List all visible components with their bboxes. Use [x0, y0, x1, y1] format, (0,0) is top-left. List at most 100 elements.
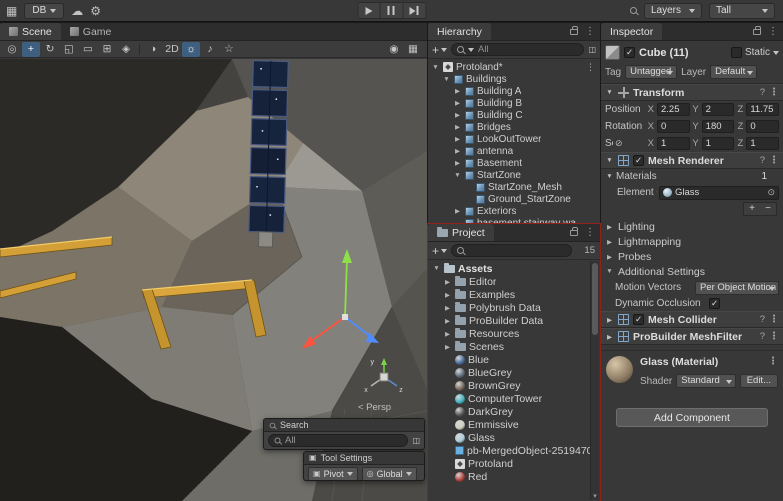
- project-item[interactable]: ComputerTower: [428, 392, 600, 405]
- hierarchy-item[interactable]: ▼ Protoland* ⋮: [428, 61, 600, 73]
- add-component-button[interactable]: Add Component: [616, 408, 768, 427]
- additional-settings-foldout[interactable]: ▼Additional Settings: [601, 264, 783, 279]
- component-enabled-checkbox[interactable]: ✓: [633, 155, 644, 166]
- expander-icon[interactable]: ▶: [443, 330, 452, 338]
- play-button[interactable]: [357, 2, 380, 19]
- project-item[interactable]: ▼ Assets: [428, 262, 600, 275]
- version-control-dropdown[interactable]: DB: [24, 3, 64, 19]
- expander-icon[interactable]: ▼: [453, 172, 462, 179]
- panel-menu-icon[interactable]: ⋮: [585, 27, 595, 37]
- z-field[interactable]: 1: [746, 137, 779, 150]
- transform-tool[interactable]: ⊞: [98, 42, 116, 57]
- object-picker-icon[interactable]: ⊙: [767, 187, 775, 198]
- expander-icon[interactable]: ▶: [453, 147, 462, 155]
- expander-icon[interactable]: ▶: [443, 343, 452, 351]
- hierarchy-item[interactable]: ▶ LookOutTower: [428, 133, 600, 145]
- apps-grid-icon[interactable]: ▦: [6, 5, 17, 17]
- link-icon[interactable]: ⊘: [615, 138, 623, 149]
- scroll-down-icon[interactable]: ▾: [591, 492, 599, 500]
- probuilder-meshfilter-header[interactable]: ▶ ProBuilder MeshFilter ? ⋮: [601, 328, 783, 345]
- project-item[interactable]: Red: [428, 470, 600, 483]
- expander-icon[interactable]: ▶: [453, 123, 462, 131]
- y-field[interactable]: 1: [702, 137, 735, 150]
- gameobject-icon[interactable]: [605, 45, 620, 60]
- visibility-toggle[interactable]: ◉: [385, 42, 403, 57]
- project-item[interactable]: ▶ Editor: [428, 275, 600, 288]
- component-menu-icon[interactable]: ⋮: [769, 332, 779, 342]
- materials-row[interactable]: ▼ Materials 1: [601, 169, 783, 184]
- 2d-toggle[interactable]: 2D: [163, 42, 181, 57]
- project-item[interactable]: Blue: [428, 353, 600, 366]
- project-item[interactable]: ▶ Polybrush Data: [428, 301, 600, 314]
- scrollbar-thumb[interactable]: [592, 263, 598, 335]
- material-object-field[interactable]: Glass ⊙: [659, 186, 779, 200]
- expander-icon[interactable]: ▶: [453, 159, 462, 167]
- hierarchy-item[interactable]: ▶ Basement: [428, 157, 600, 169]
- search-options-icon[interactable]: ◫: [412, 437, 420, 445]
- hierarchy-search-input[interactable]: All: [451, 43, 584, 56]
- hierarchy-item[interactable]: ▶ Building B: [428, 97, 600, 109]
- project-item[interactable]: BrownGrey: [428, 379, 600, 392]
- rotate-tool[interactable]: ↻: [41, 42, 59, 57]
- pause-button[interactable]: [380, 2, 403, 19]
- component-menu-icon[interactable]: ⋮: [769, 315, 779, 325]
- scene-picker-icon[interactable]: ◫: [588, 46, 596, 54]
- x-field[interactable]: 1: [657, 137, 690, 150]
- add-element-button[interactable]: +: [744, 203, 760, 215]
- tool-settings-header[interactable]: ▣ Tool Settings: [304, 452, 424, 465]
- component-menu-icon[interactable]: ⋮: [769, 156, 779, 166]
- hierarchy-item[interactable]: ▶ Building C: [428, 109, 600, 121]
- material-preview-sphere[interactable]: [606, 356, 633, 383]
- item-menu-icon[interactable]: ⋮: [586, 62, 598, 73]
- lock-icon[interactable]: [753, 29, 761, 35]
- tab-inspector[interactable]: Inspector: [601, 23, 662, 40]
- lock-icon[interactable]: [570, 230, 578, 236]
- hierarchy-item[interactable]: basement stairway wa: [428, 217, 600, 223]
- shader-dropdown[interactable]: Standard: [676, 374, 735, 388]
- create-asset-button[interactable]: +: [432, 245, 447, 257]
- help-icon[interactable]: ?: [760, 314, 765, 325]
- project-item[interactable]: pb-MergedObject-2519470: [428, 444, 600, 457]
- view-tool[interactable]: ◎: [3, 42, 21, 57]
- layer-dropdown[interactable]: Default: [710, 65, 757, 79]
- scene-view-tab[interactable]: Scene: [0, 23, 61, 40]
- y-field[interactable]: 2: [702, 103, 735, 116]
- help-icon[interactable]: ?: [760, 87, 765, 98]
- project-search-input[interactable]: [451, 244, 572, 257]
- services-gear-icon[interactable]: ⚙: [90, 5, 101, 17]
- step-button[interactable]: [403, 2, 426, 19]
- expander-icon[interactable]: ▶: [443, 304, 452, 312]
- panel-menu-icon[interactable]: ⋮: [585, 228, 595, 238]
- rect-tool[interactable]: ▭: [79, 42, 97, 57]
- hierarchy-item[interactable]: ▶ Bridges: [428, 121, 600, 133]
- shading-toggle[interactable]: ◑: [144, 42, 162, 57]
- project-item[interactable]: Glass: [428, 431, 600, 444]
- expander-icon[interactable]: ▼: [431, 64, 440, 71]
- scene-view-tab[interactable]: Game: [61, 23, 121, 40]
- lighting-toggle[interactable]: ☼: [182, 42, 200, 57]
- hierarchy-item[interactable]: ▼ StartZone: [428, 169, 600, 181]
- active-checkbox[interactable]: ✓: [624, 47, 635, 58]
- static-toggle[interactable]: Static: [731, 47, 779, 58]
- foldout-row[interactable]: ▶Lighting: [601, 219, 783, 234]
- project-item[interactable]: ▶ Resources: [428, 327, 600, 340]
- lock-icon[interactable]: [570, 29, 578, 35]
- search-overlay-header[interactable]: Search: [264, 419, 424, 432]
- perspective-label[interactable]: < Persp: [358, 402, 391, 413]
- project-item[interactable]: ▶ Scenes: [428, 340, 600, 353]
- help-icon[interactable]: ?: [760, 155, 765, 166]
- transform-header[interactable]: ▼ Transform ? ⋮: [601, 84, 783, 101]
- grid-visibility-toggle[interactable]: ▦: [404, 42, 422, 57]
- tag-dropdown[interactable]: Untagged: [625, 65, 677, 79]
- tab-project[interactable]: Project: [428, 224, 494, 241]
- project-scrollbar[interactable]: ▾: [590, 261, 599, 500]
- remove-element-button[interactable]: −: [760, 203, 776, 215]
- project-item[interactable]: Emmissive: [428, 418, 600, 431]
- layers-dropdown[interactable]: Layers: [644, 3, 702, 19]
- mesh-renderer-header[interactable]: ▼ ✓ Mesh Renderer ? ⋮: [601, 152, 783, 169]
- hierarchy-item[interactable]: ▶ Building A: [428, 85, 600, 97]
- x-field[interactable]: 0: [657, 120, 690, 133]
- hierarchy-item[interactable]: ▶ antenna: [428, 145, 600, 157]
- hierarchy-item[interactable]: StartZone_Mesh: [428, 181, 600, 193]
- expander-icon[interactable]: ▶: [453, 207, 462, 215]
